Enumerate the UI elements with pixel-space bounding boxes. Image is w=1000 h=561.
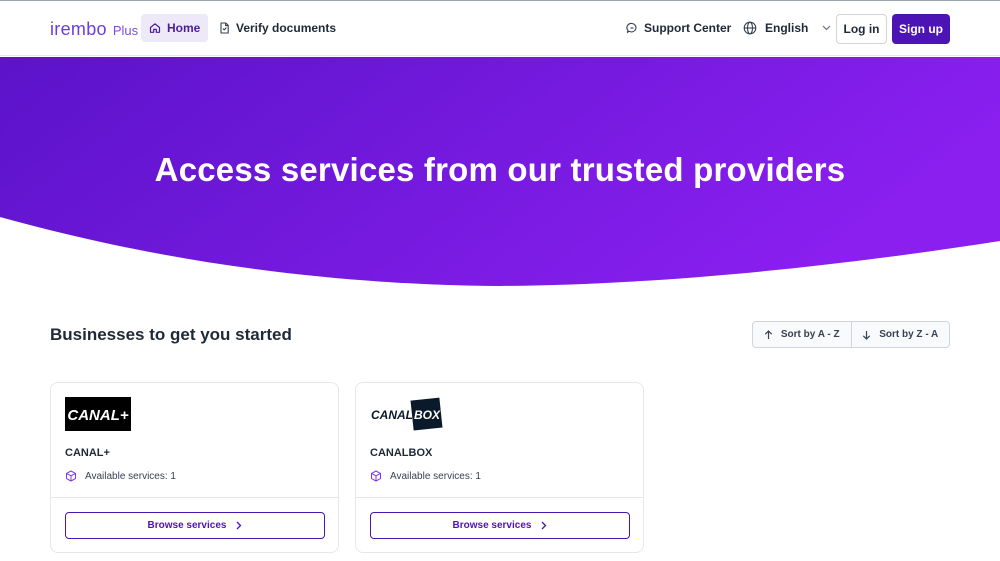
sort-z-a-label: Sort by Z - A xyxy=(879,329,939,340)
browse-services-button[interactable]: Browse services xyxy=(65,512,325,539)
nav-home[interactable]: Home xyxy=(141,14,209,42)
available-services-label: Available services: 1 xyxy=(390,470,481,482)
card-divider xyxy=(51,497,338,498)
document-icon xyxy=(219,22,230,34)
svg-text:CANAL: CANAL xyxy=(371,408,413,422)
canalbox-logo: CANAL BOX xyxy=(370,397,444,436)
chat-bubble-icon xyxy=(626,22,638,34)
language-label: English xyxy=(765,21,809,35)
card-divider xyxy=(356,497,643,498)
hero-banner: Access services from our trusted provide… xyxy=(0,57,1000,289)
browse-services-label: Browse services xyxy=(452,520,532,531)
arrow-up-icon xyxy=(764,329,773,340)
nav-verify-label: Verify documents xyxy=(236,21,337,35)
chevron-right-icon xyxy=(541,521,547,530)
available-services: Available services: 1 xyxy=(65,470,176,482)
svg-text:BOX: BOX xyxy=(414,408,441,422)
sort-controls: Sort by A - Z Sort by Z - A xyxy=(752,321,950,348)
top-navbar: irembo Plus Home Verify documents Suppor… xyxy=(0,1,1000,56)
irembo-plus-logo[interactable]: irembo Plus xyxy=(50,19,138,40)
business-name: CANAL+ xyxy=(65,447,110,459)
login-button[interactable]: Log in xyxy=(836,14,887,44)
signup-button[interactable]: Sign up xyxy=(892,14,950,44)
business-card-canalbox: CANAL BOX CANALBOX Available services: 1… xyxy=(355,382,644,553)
section-title: Businesses to get you started xyxy=(50,325,292,344)
nav-home-label: Home xyxy=(167,21,201,35)
sort-a-z-button[interactable]: Sort by A - Z xyxy=(753,322,851,347)
chevron-down-icon xyxy=(822,25,831,31)
available-services: Available services: 1 xyxy=(370,470,481,482)
globe-icon xyxy=(743,21,757,35)
support-center-label: Support Center xyxy=(644,21,732,35)
hero-title: Access services from our trusted provide… xyxy=(154,151,846,188)
support-center-link[interactable]: Support Center xyxy=(626,14,731,42)
sort-z-a-button[interactable]: Sort by Z - A xyxy=(850,322,950,347)
logo-plus-text: Plus xyxy=(112,23,139,38)
available-services-label: Available services: 1 xyxy=(85,470,176,482)
svg-text:CANAL+: CANAL+ xyxy=(67,407,128,424)
package-icon xyxy=(370,470,382,482)
sort-a-z-label: Sort by A - Z xyxy=(780,329,840,340)
browse-services-label: Browse services xyxy=(147,520,227,531)
arrow-down-icon xyxy=(862,330,871,340)
browse-services-button[interactable]: Browse services xyxy=(370,512,630,539)
canal-plus-logo: CANAL+ xyxy=(65,397,131,436)
business-name: CANALBOX xyxy=(370,447,433,459)
nav-verify-documents[interactable]: Verify documents xyxy=(219,14,336,42)
home-icon xyxy=(149,22,161,34)
business-card-canal-plus: CANAL+ CANAL+ Available services: 1 Brow… xyxy=(50,382,339,553)
package-icon xyxy=(65,470,77,482)
logo-text: irembo xyxy=(50,19,107,39)
language-selector[interactable]: English xyxy=(743,14,831,42)
chevron-right-icon xyxy=(236,521,242,530)
